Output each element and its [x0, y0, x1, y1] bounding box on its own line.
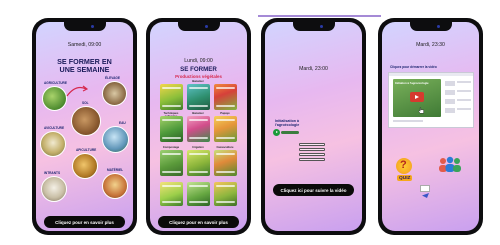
grid-label: Irrigation [192, 146, 204, 149]
card-3[interactable] [214, 84, 237, 110]
phone-2-time: Lundi, 09:00 [184, 58, 213, 64]
side-bar [457, 90, 471, 92]
text-line [299, 153, 325, 156]
phone-2: Lundi, 09:00 SE FORMER Productions végét… [146, 18, 251, 235]
notch [292, 22, 335, 31]
circle-intrants[interactable] [41, 176, 67, 202]
phone-3-time: Mardi, 23:00 [299, 66, 328, 72]
grid-label: Bananier [192, 112, 204, 115]
phone-3: Mardi, 23:00 Initialisation à l'agroécol… [261, 18, 366, 235]
circle-apiculture[interactable] [72, 153, 98, 179]
progress-line [258, 15, 381, 17]
phone-1: Samedi, 09:00 SE FORMER EN UNE SEMAINE A… [32, 18, 137, 235]
phone-1-title: SE FORMER EN UNE SEMAINE [57, 57, 112, 74]
audio-track [281, 131, 299, 135]
label-sol: SOL [82, 101, 89, 105]
notch [63, 22, 106, 31]
label-agriculture: AGRICULTURE [44, 81, 67, 85]
label-intrants: INTRANTS [44, 171, 61, 175]
phone-4-time: Mardi, 23:30 [416, 42, 445, 48]
card-11[interactable] [187, 182, 210, 206]
label-apiculture: APICULTURE [76, 148, 97, 152]
phone-1-time: Samedi, 09:00 [67, 42, 102, 48]
side-bar [445, 81, 455, 86]
card-10[interactable] [160, 182, 183, 206]
circle-aviculture[interactable] [40, 131, 66, 157]
send-icon [420, 185, 430, 198]
text-line [299, 143, 325, 146]
window-header [389, 73, 473, 76]
side-bar [457, 81, 471, 83]
circle-elevage[interactable] [102, 81, 127, 106]
text-line [393, 120, 423, 122]
text-line [299, 148, 325, 151]
circle-sol[interactable] [71, 106, 101, 136]
grid-label: Compostage [162, 146, 180, 149]
phone-1-screen: Samedi, 09:00 SE FORMER EN UNE SEMAINE A… [36, 22, 133, 231]
phone-3-caption: Initialisation à l'agroécologie [275, 119, 300, 128]
community-icon [436, 156, 464, 174]
card-7[interactable] [160, 150, 183, 176]
label-aviculture: AVICULTURE [44, 126, 65, 130]
card-1[interactable] [160, 84, 183, 110]
camera-icon [319, 25, 323, 28]
side-bar [445, 99, 455, 104]
side-bar [457, 108, 471, 110]
label-elevage: ÉLEVAGE [105, 76, 120, 80]
side-bar [445, 108, 455, 113]
camera-icon [90, 25, 94, 28]
camera-icon [436, 25, 440, 28]
phone-2-screen: Lundi, 09:00 SE FORMER Productions végét… [150, 22, 247, 231]
card-6[interactable] [214, 116, 237, 142]
video-title: Initiation à l'agroécologie [395, 81, 429, 85]
circle-eau[interactable] [102, 126, 129, 153]
play-icon[interactable] [273, 129, 280, 136]
side-bar [457, 99, 471, 101]
video-window: Initiation à l'agroécologie [388, 72, 474, 128]
side-bar [445, 90, 455, 95]
card-8[interactable] [187, 150, 210, 176]
video-thumbnail[interactable]: Initiation à l'agroécologie [393, 79, 441, 117]
circle-materiel[interactable] [102, 173, 128, 199]
arrow-icon [66, 85, 88, 97]
question-icon: ? [396, 158, 412, 174]
notch [409, 22, 452, 31]
label-eau: EAU [119, 121, 126, 125]
phone-4-screen: Mardi, 23:30 Cliquez pour démarrer la vi… [382, 22, 479, 231]
phone-2-subtitle: Productions végétales [175, 74, 222, 79]
notch [177, 22, 220, 31]
learn-more-button[interactable]: Cliquez pour en savoir plus [158, 216, 239, 228]
phone-4-hint: Cliquez pour démarrer la vidéo [390, 65, 437, 69]
grid-label: Bananier [192, 80, 204, 83]
cursor-hand-icon [418, 101, 425, 114]
text-line [299, 158, 325, 161]
learn-more-button[interactable]: Cliquez pour en savoir plus [44, 216, 125, 228]
card-12[interactable] [214, 182, 237, 206]
camera-icon [204, 25, 208, 28]
phone-3-screen: Mardi, 23:00 Initialisation à l'agroécol… [265, 22, 362, 231]
label-materiel: MATÉRIEL [107, 168, 124, 172]
grid-label: Papaye [220, 112, 230, 115]
stage: Samedi, 09:00 SE FORMER EN UNE SEMAINE A… [0, 0, 500, 245]
card-2[interactable] [187, 84, 210, 110]
card-5[interactable] [187, 116, 210, 142]
watch-video-button[interactable]: Cliquez ici pour suivre la vidéo [273, 184, 354, 196]
phone-4: Mardi, 23:30 Cliquez pour démarrer la vi… [378, 18, 483, 235]
card-9[interactable] [214, 150, 237, 176]
grid-label: Cacaoculture [216, 146, 234, 149]
card-4[interactable] [160, 116, 183, 142]
circle-agriculture[interactable] [42, 86, 67, 111]
quiz-badge[interactable]: QUIZ [397, 175, 413, 181]
phone-2-title: SE FORMER [180, 66, 217, 73]
